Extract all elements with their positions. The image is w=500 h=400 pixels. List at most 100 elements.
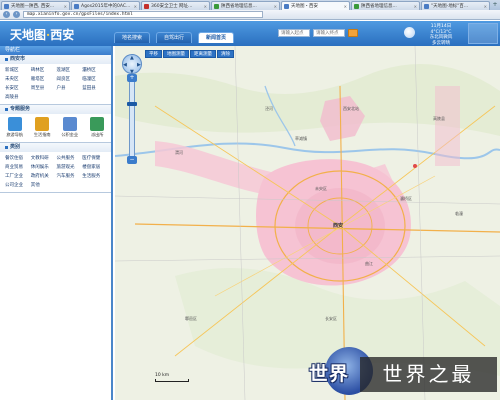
start-input[interactable] bbox=[278, 29, 310, 37]
zoom-in-button[interactable]: + bbox=[127, 74, 137, 82]
tab-favicon-icon bbox=[144, 3, 149, 9]
category-link[interactable]: 医疗保健 bbox=[82, 155, 106, 161]
end-input[interactable] bbox=[313, 29, 345, 37]
map-label: 渭河 bbox=[175, 150, 183, 155]
district-link[interactable]: 未央区 bbox=[5, 76, 29, 82]
back-icon[interactable]: ‹ bbox=[3, 11, 10, 18]
site-header: 天地图·西安 地名搜索 自驾出行 新闻首页 11月14日 4°C/13°C 东北… bbox=[0, 21, 500, 46]
service-item[interactable]: 公积金业 bbox=[61, 117, 79, 138]
tab-favicon-icon bbox=[4, 3, 9, 9]
tab-label: 陕西省地理信息... bbox=[361, 4, 397, 9]
map-label: 长安区 bbox=[325, 316, 337, 321]
tab-self-drive[interactable]: 自驾出行 bbox=[156, 32, 192, 43]
zoom-slider[interactable] bbox=[129, 78, 135, 158]
district-link[interactable]: 灞桥区 bbox=[82, 67, 106, 73]
service-icon bbox=[35, 117, 50, 131]
pan-right-icon[interactable]: ▶ bbox=[137, 62, 141, 68]
close-icon[interactable]: ✕ bbox=[273, 4, 277, 9]
category-link[interactable]: 生活服务 bbox=[82, 173, 106, 179]
service-panel: 专题服务 旅游导航 生活指南 公积金业 派出所 bbox=[0, 105, 111, 143]
panel-title: 西安市 bbox=[0, 55, 111, 64]
tab-favicon-icon bbox=[354, 3, 359, 9]
browser-tab[interactable]: 陕西省地理信息... ✕ bbox=[351, 1, 420, 10]
panel-title: 专题服务 bbox=[0, 105, 111, 114]
tab-favicon-icon bbox=[74, 3, 79, 9]
service-item[interactable]: 派出所 bbox=[89, 117, 107, 138]
category-link[interactable]: 餐饮住宿 bbox=[5, 155, 29, 161]
pan-control[interactable]: ▲ ▼ ◀ ▶ bbox=[122, 54, 142, 75]
pan-left-icon[interactable]: ◀ bbox=[123, 62, 127, 68]
browser-tab[interactable]: 360安全卫士 网址... ✕ bbox=[141, 1, 210, 10]
district-link[interactable]: 高陵县 bbox=[5, 94, 29, 100]
clear-button[interactable]: 清除 bbox=[217, 50, 234, 58]
map-label: 曲江 bbox=[365, 261, 373, 266]
district-link[interactable]: 蓝田县 bbox=[82, 85, 106, 91]
category-link[interactable]: 政府机关 bbox=[31, 173, 55, 179]
district-link[interactable]: 阎良区 bbox=[57, 76, 81, 82]
district-panel: 西安市 新城区 碑林区 莲湖区 灞桥区未央区 雁塔区 阎良区 临潼区长安区 周至县 户县 蓝田县高… bbox=[0, 55, 111, 105]
service-item[interactable]: 生活指南 bbox=[34, 117, 52, 138]
district-link[interactable]: 周至县 bbox=[31, 85, 55, 91]
service-icon bbox=[62, 117, 77, 131]
url-field[interactable]: map.xianinfo.gov.cn/gpsFiles/index.html bbox=[23, 11, 263, 18]
map-scale: 10 km bbox=[155, 373, 189, 382]
close-icon[interactable]: ✕ bbox=[133, 4, 137, 9]
main-nav: 地名搜索 自驾出行 新闻首页 bbox=[114, 32, 234, 43]
new-tab-button[interactable]: + bbox=[491, 1, 499, 10]
district-link[interactable]: 户县 bbox=[57, 85, 81, 91]
category-link[interactable]: 工厂企业 bbox=[5, 173, 29, 179]
service-item[interactable]: 旅游导航 bbox=[6, 117, 24, 138]
category-link[interactable]: 公共服务 bbox=[57, 155, 81, 161]
user-panel[interactable] bbox=[468, 23, 498, 44]
tab-place-search[interactable]: 地名搜索 bbox=[114, 32, 150, 43]
district-list: 新城区 碑林区 莲湖区 灞桥区未央区 雁塔区 阎良区 临潼区长安区 周至县 户县 蓝田县高陵县 bbox=[0, 64, 111, 104]
category-link[interactable]: 汽车服务 bbox=[57, 173, 81, 179]
pan-tool-button[interactable]: 平移 bbox=[145, 50, 162, 58]
map-toolbar: 平移 地图测量 距离测量 清除 bbox=[145, 50, 234, 58]
category-link[interactable]: 文教科研 bbox=[31, 155, 55, 161]
service-label: 生活指南 bbox=[33, 132, 51, 137]
site-logo[interactable]: 天地图·西安 bbox=[10, 26, 120, 42]
pan-up-icon[interactable]: ▲ bbox=[130, 55, 134, 61]
watermark-badge: 世界 bbox=[309, 363, 350, 385]
tab-label: 陕西省地理信息... bbox=[221, 4, 257, 9]
category-link[interactable]: 商业贸易 bbox=[5, 164, 29, 170]
district-link[interactable]: 莲湖区 bbox=[57, 67, 81, 73]
close-icon[interactable]: ✕ bbox=[343, 4, 347, 9]
date-weather: 11月14日 4°C/13°C 东北风微风 多云转晴 bbox=[418, 24, 464, 46]
logo-text: 天地图 bbox=[10, 28, 47, 42]
search-button[interactable] bbox=[348, 29, 358, 37]
category-link[interactable]: 旅游观光 bbox=[57, 164, 81, 170]
district-link[interactable]: 长安区 bbox=[5, 85, 29, 91]
close-icon[interactable]: ✕ bbox=[63, 4, 67, 9]
close-icon[interactable]: ✕ bbox=[413, 4, 417, 9]
zoom-slider-handle[interactable] bbox=[127, 102, 137, 106]
distance-measure-button[interactable]: 距离测量 bbox=[190, 50, 216, 58]
route-search bbox=[278, 29, 358, 37]
district-link[interactable]: 新城区 bbox=[5, 67, 29, 73]
tab-news-home[interactable]: 新闻首页 bbox=[198, 32, 234, 43]
browser-tab[interactable]: 天地图—陕西, 西安... ✕ bbox=[1, 1, 70, 10]
browser-tab[interactable]: Agos2015年中的0AC... ✕ bbox=[71, 1, 140, 10]
category-link[interactable]: 休闲娱乐 bbox=[31, 164, 55, 170]
tab-favicon-icon bbox=[214, 3, 219, 9]
zoom-out-button[interactable]: − bbox=[127, 156, 137, 164]
district-link[interactable]: 碑林区 bbox=[31, 67, 55, 73]
browser-tab[interactable]: "天地图-地标"百... ✕ bbox=[421, 1, 490, 10]
map-measure-button[interactable]: 地图测量 bbox=[163, 50, 189, 58]
map-label: 未央区 bbox=[315, 186, 327, 191]
service-list: 旅游导航 生活指南 公积金业 派出所 bbox=[0, 114, 111, 142]
close-icon[interactable]: ✕ bbox=[483, 4, 487, 9]
browser-tab[interactable]: 陕西省地理信息... ✕ bbox=[211, 1, 280, 10]
map-label: 灞桥区 bbox=[400, 196, 412, 201]
browser-tab-active[interactable]: 天地图・西安 ✕ bbox=[281, 1, 350, 10]
category-link[interactable]: 其他 bbox=[31, 182, 55, 188]
close-icon[interactable]: ✕ bbox=[203, 4, 207, 9]
category-panel: 类别 餐饮住宿 文教科研 公共服务 医疗保健 商业贸易 休闲娱乐 旅游观光 楼盘家居 工厂企业政… bbox=[0, 143, 111, 193]
sidebar: 导航栏 西安市 新城区 碑林区 莲湖区 灞桥区 未央区 雁塔区 阎良区 临潼区 长安区 周至县 户县… bbox=[0, 46, 113, 400]
category-link[interactable]: 公司企业 bbox=[5, 182, 29, 188]
forward-icon[interactable]: › bbox=[13, 11, 20, 18]
category-link[interactable]: 楼盘家居 bbox=[82, 164, 106, 170]
district-link[interactable]: 雁塔区 bbox=[31, 76, 55, 82]
district-link[interactable]: 临潼区 bbox=[82, 76, 106, 82]
